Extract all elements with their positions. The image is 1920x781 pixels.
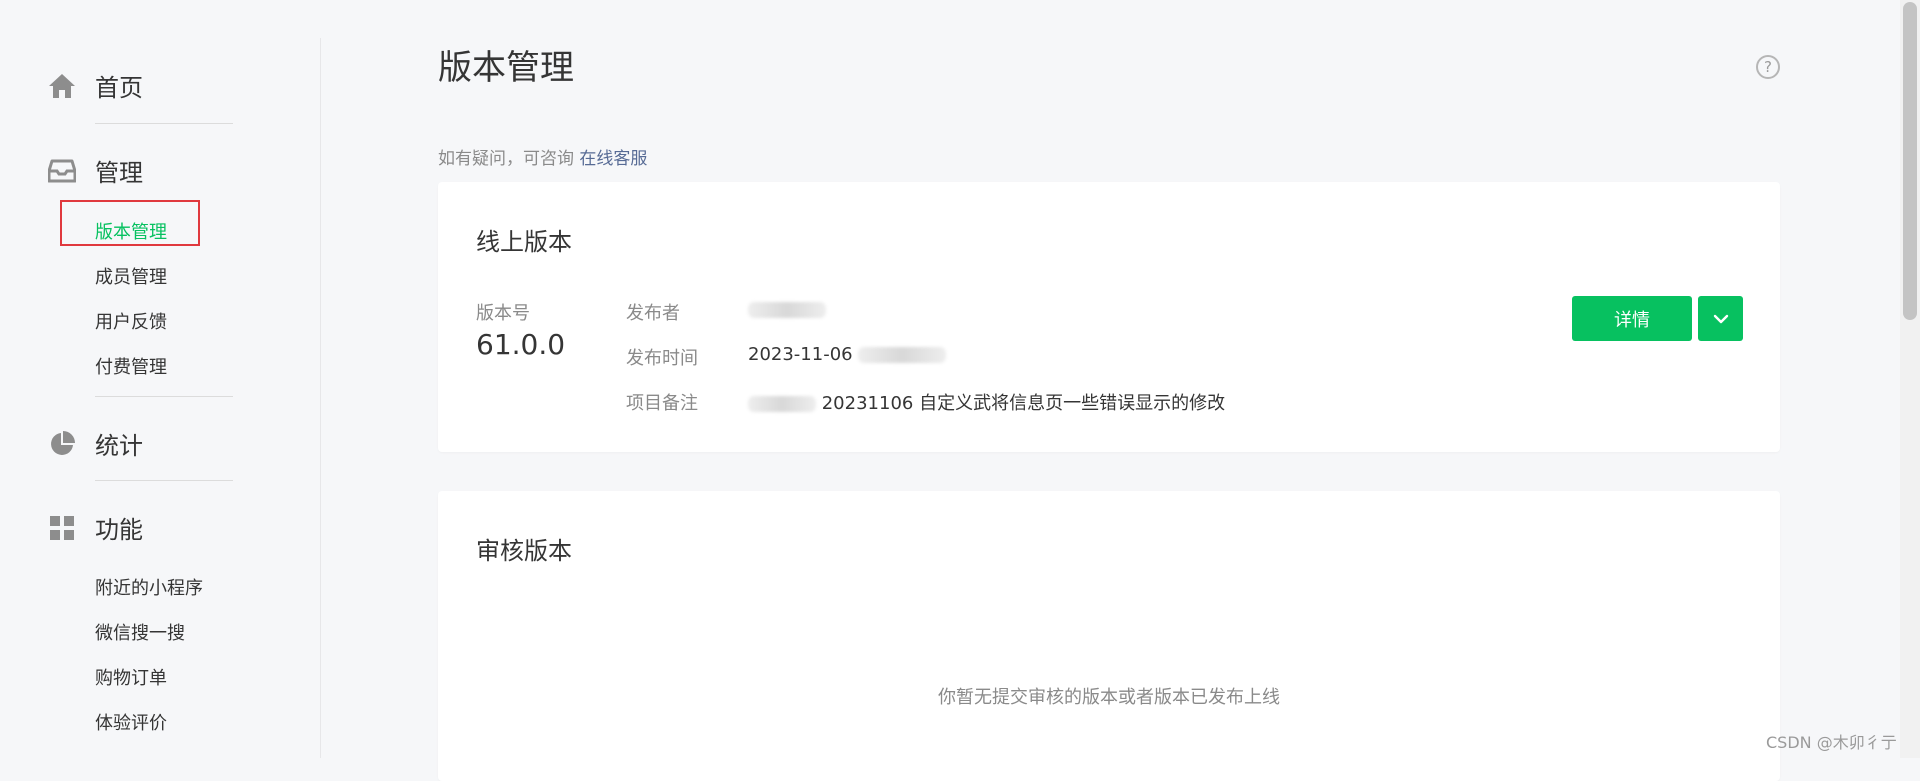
- scrollbar-thumb[interactable]: [1903, 2, 1917, 320]
- sidebar-divider: [95, 123, 233, 124]
- consult-prefix: 如有疑问，可咨询: [438, 149, 574, 169]
- more-dropdown-button[interactable]: [1698, 296, 1743, 341]
- help-icon[interactable]: ?: [1756, 55, 1780, 79]
- remark-text: 20231106 自定义武将信息页一些错误显示的修改: [821, 393, 1226, 414]
- grid-icon: [48, 514, 76, 542]
- sidebar-divider: [95, 480, 233, 481]
- version-number: 61.0.0: [476, 328, 566, 361]
- consult-text: 如有疑问，可咨询 在线客服: [438, 144, 647, 169]
- publish-time-value: 2023-11-06: [748, 344, 947, 365]
- sidebar-item-home[interactable]: 首页: [48, 68, 143, 103]
- redacted-area: [858, 347, 947, 363]
- publish-time-label: 发布时间: [626, 348, 698, 369]
- sidebar-item-nearby-miniprogram[interactable]: 附近的小程序: [95, 574, 203, 600]
- watermark: CSDN @木卯彳亍: [1766, 733, 1897, 752]
- online-version-title: 线上版本: [476, 228, 572, 256]
- sidebar-divider: [320, 38, 321, 758]
- sidebar-item-label: 功能: [95, 516, 143, 544]
- redacted-area: [748, 396, 816, 412]
- sidebar-item-experience-review[interactable]: 体验评价: [95, 709, 167, 735]
- sidebar-item-label: 统计: [95, 432, 143, 460]
- sidebar-item-version-manage[interactable]: 版本管理: [95, 218, 167, 244]
- empty-state-text: 你暂无提交审核的版本或者版本已发布上线: [938, 687, 1280, 708]
- publisher-label: 发布者: [626, 303, 680, 324]
- publish-date: 2023-11-06: [748, 344, 853, 365]
- sidebar-item-stats[interactable]: 统计: [48, 426, 143, 461]
- sidebar: 首页 管理 版本管理 成员管理 用户反馈 付费管理 统计 功能 附近的小程序 微…: [0, 0, 321, 758]
- detail-button[interactable]: 详情: [1572, 296, 1692, 341]
- sidebar-divider: [95, 396, 233, 397]
- remark-value: 20231106 自定义武将信息页一些错误显示的修改: [748, 389, 1225, 415]
- sidebar-item-features[interactable]: 功能: [48, 510, 143, 545]
- review-version-title: 审核版本: [476, 537, 572, 565]
- review-version-card: 审核版本 你暂无提交审核的版本或者版本已发布上线: [438, 491, 1780, 781]
- sidebar-item-payment-manage[interactable]: 付费管理: [95, 353, 167, 379]
- pie-chart-icon: [48, 430, 76, 458]
- sidebar-item-wechat-search[interactable]: 微信搜一搜: [95, 619, 185, 645]
- sidebar-item-shopping-orders[interactable]: 购物订单: [95, 664, 167, 690]
- page-title: 版本管理: [438, 48, 574, 88]
- online-version-card: 线上版本 版本号 61.0.0 发布者 发布时间 2023-11-06 项目备注…: [438, 182, 1780, 452]
- sidebar-item-member-manage[interactable]: 成员管理: [95, 263, 167, 289]
- chevron-down-icon: [1713, 309, 1729, 328]
- remark-label: 项目备注: [626, 393, 698, 414]
- online-service-link[interactable]: 在线客服: [579, 149, 647, 169]
- home-icon: [48, 72, 76, 100]
- sidebar-item-label: 管理: [95, 159, 143, 187]
- inbox-icon: [48, 157, 76, 185]
- sidebar-item-user-feedback[interactable]: 用户反馈: [95, 308, 167, 334]
- sidebar-item-label: 首页: [95, 74, 143, 102]
- sidebar-item-manage[interactable]: 管理: [48, 153, 143, 188]
- redacted-area: [748, 302, 826, 318]
- version-number-label: 版本号: [476, 303, 530, 324]
- publisher-value: [748, 299, 826, 320]
